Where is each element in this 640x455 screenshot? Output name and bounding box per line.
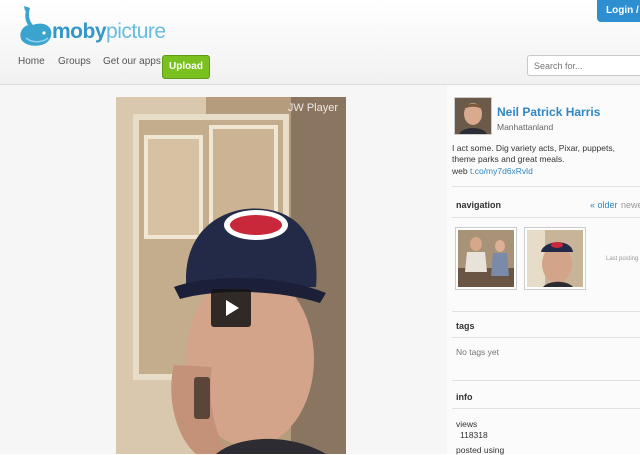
thumbnail-older[interactable] xyxy=(455,227,517,290)
user-location: Manhattanland xyxy=(497,122,554,132)
login-button[interactable]: Login / S xyxy=(597,0,640,22)
upload-button[interactable]: Upload xyxy=(162,55,210,79)
thumbnail-image xyxy=(458,230,514,287)
thumbnail-image xyxy=(527,230,583,287)
nav-home[interactable]: Home xyxy=(18,56,45,67)
section-divider xyxy=(452,186,640,187)
views-value: 118318 xyxy=(460,430,488,440)
section-divider xyxy=(452,217,640,218)
video-frame xyxy=(116,97,346,454)
play-button[interactable] xyxy=(211,289,251,327)
web-label: web xyxy=(452,166,468,176)
section-divider xyxy=(452,380,640,381)
section-divider xyxy=(452,408,640,409)
whale-logo-icon[interactable] xyxy=(18,5,54,47)
web-link[interactable]: t.co/my7d6xRvld xyxy=(470,166,533,176)
search-input[interactable] xyxy=(527,55,640,76)
newer-link[interactable]: newe xyxy=(621,200,640,210)
section-divider xyxy=(452,311,640,312)
user-bio: I act some. Dig variety acts, Pixar, pup… xyxy=(452,143,615,164)
jw-player-brand: JW Player xyxy=(287,102,338,114)
section-divider xyxy=(452,337,640,338)
navigation-title: navigation xyxy=(456,200,502,210)
logo-wordmark[interactable]: mobypicture xyxy=(52,20,166,44)
tags-title: tags xyxy=(456,321,475,331)
avatar[interactable] xyxy=(454,97,492,135)
site-header: mobypicture Login / S Home Groups Get ou… xyxy=(0,0,640,85)
views-label: views xyxy=(456,419,478,429)
avatar-image xyxy=(455,98,491,134)
no-tags-text: No tags yet xyxy=(456,347,499,357)
thumbnail-current[interactable] xyxy=(524,227,586,290)
older-link[interactable]: « older xyxy=(590,200,618,210)
nav-get-apps[interactable]: Get our apps xyxy=(103,56,161,67)
last-posting-label: Last posting xyxy=(606,256,639,262)
nav-groups[interactable]: Groups xyxy=(58,56,91,67)
info-title: info xyxy=(456,392,473,402)
video-player[interactable]: JW Player xyxy=(116,97,346,454)
user-name-link[interactable]: Neil Patrick Harris xyxy=(497,105,600,119)
user-web: web t.co/my7d6xRvld xyxy=(452,166,533,176)
